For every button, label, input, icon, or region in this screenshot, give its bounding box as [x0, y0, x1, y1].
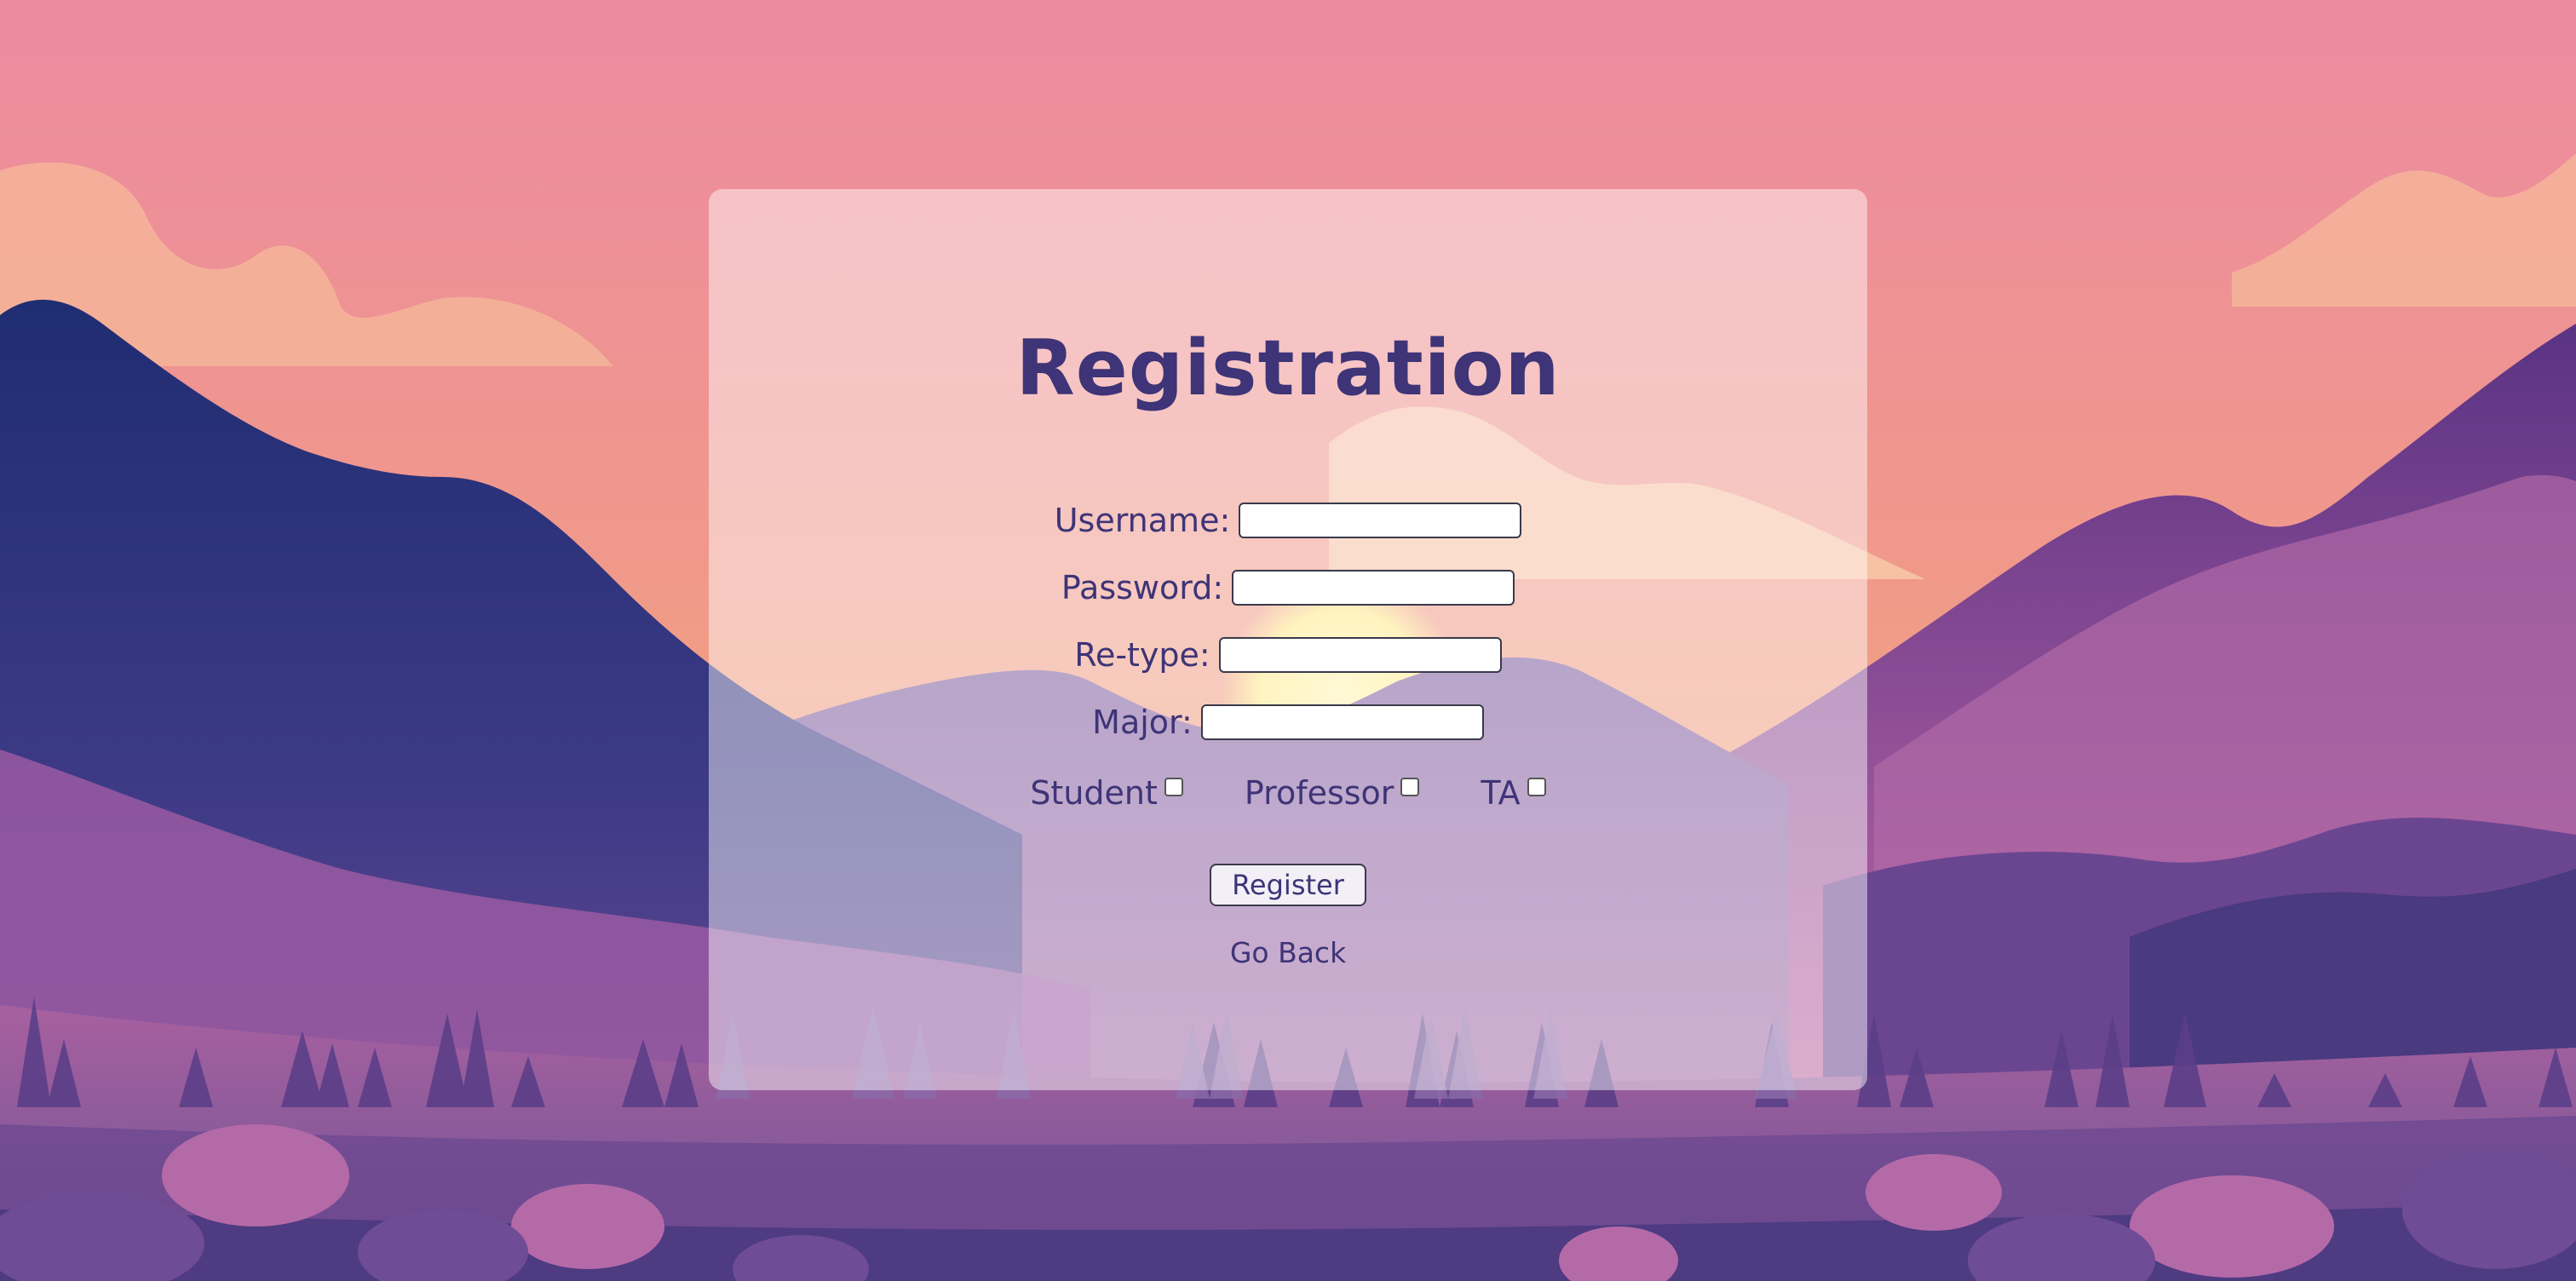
- username-row: Username:: [0, 499, 2576, 542]
- professor-label: Professor: [1244, 774, 1394, 812]
- register-row: Register: [0, 864, 2576, 906]
- major-row: Major:: [0, 701, 2576, 744]
- register-button[interactable]: Register: [1210, 864, 1366, 906]
- username-label: Username:: [1054, 502, 1231, 539]
- ta-label: TA: [1481, 774, 1521, 812]
- role-ta: TA: [1481, 774, 1546, 812]
- role-student: Student: [1030, 774, 1183, 812]
- student-checkbox[interactable]: [1164, 778, 1183, 796]
- ta-checkbox[interactable]: [1527, 778, 1546, 796]
- go-back-link[interactable]: Go Back: [1230, 936, 1346, 969]
- professor-checkbox[interactable]: [1400, 778, 1420, 796]
- student-label: Student: [1030, 774, 1158, 812]
- password-row: Password:: [0, 566, 2576, 609]
- major-input[interactable]: [1200, 704, 1484, 740]
- go-back-row: Go Back: [0, 931, 2576, 974]
- page-title: Registration: [1015, 324, 1561, 413]
- password-input[interactable]: [1232, 570, 1515, 606]
- password-label: Password:: [1061, 569, 1224, 606]
- major-label: Major:: [1092, 704, 1193, 741]
- role-professor: Professor: [1245, 774, 1420, 812]
- role-options: Student Professor TA: [0, 772, 2576, 814]
- retype-label: Re-type:: [1074, 636, 1210, 674]
- retype-row: Re-type:: [0, 634, 2576, 676]
- username-input[interactable]: [1239, 503, 1522, 538]
- retype-password-input[interactable]: [1218, 637, 1502, 673]
